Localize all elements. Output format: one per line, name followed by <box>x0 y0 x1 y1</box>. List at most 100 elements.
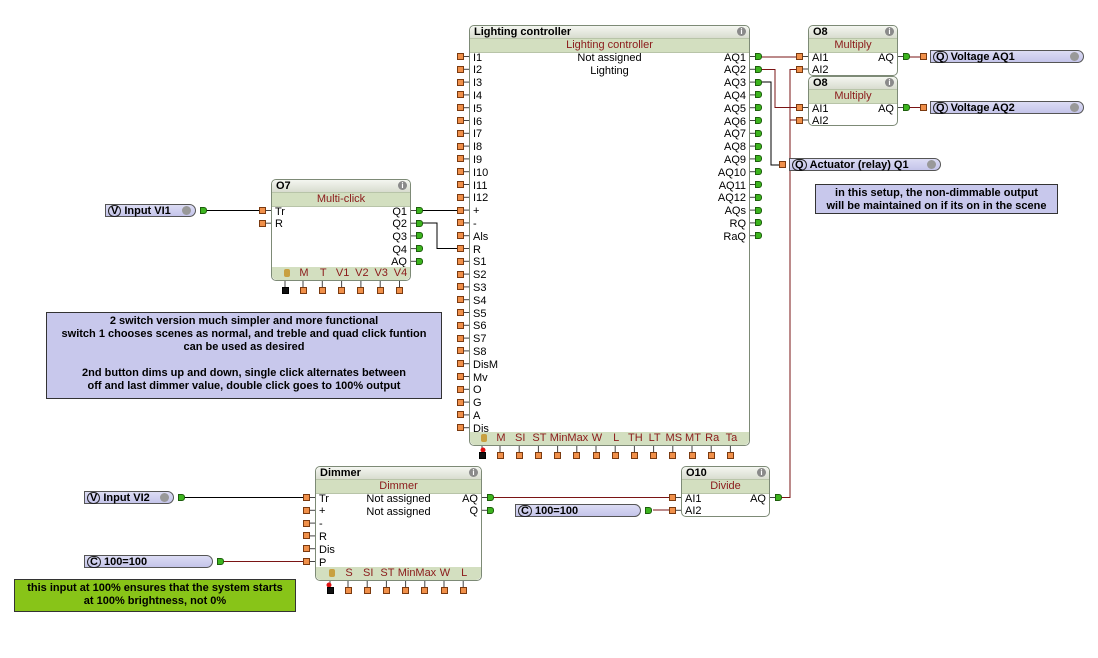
parameter-connector[interactable] <box>376 287 384 294</box>
parameter-connector[interactable] <box>611 452 619 459</box>
input-connector[interactable] <box>457 385 464 393</box>
parameter-connector[interactable] <box>669 452 677 459</box>
input-connector[interactable] <box>457 181 464 188</box>
input-connector[interactable] <box>303 545 310 553</box>
input-connector[interactable] <box>457 309 464 316</box>
input-connector[interactable] <box>669 494 676 501</box>
output-connector[interactable] <box>200 207 207 214</box>
input-connector[interactable] <box>920 104 927 111</box>
terminal-voltage-aq1[interactable]: Q Voltage AQ1 <box>930 50 1084 63</box>
input-connector[interactable] <box>457 347 464 355</box>
input-connector[interactable] <box>457 296 464 304</box>
output-connector[interactable] <box>755 53 762 60</box>
input-connector[interactable] <box>457 65 464 73</box>
output-connector[interactable] <box>217 558 224 565</box>
output-connector[interactable] <box>903 104 910 111</box>
output-connector[interactable] <box>755 142 762 150</box>
input-connector[interactable] <box>457 283 464 291</box>
output-connector[interactable] <box>755 232 762 240</box>
input-connector[interactable] <box>457 360 464 368</box>
input-connector[interactable] <box>303 558 310 565</box>
parameter-connector[interactable] <box>573 452 581 459</box>
input-connector[interactable] <box>796 104 803 111</box>
parameter-connector[interactable] <box>592 452 600 459</box>
output-connector[interactable] <box>903 53 910 60</box>
input-connector[interactable] <box>457 91 464 99</box>
input-connector[interactable] <box>796 65 803 73</box>
output-connector[interactable] <box>487 494 494 501</box>
input-connector[interactable] <box>457 104 464 112</box>
input-connector[interactable] <box>457 398 464 406</box>
block-multiply1[interactable]: O8 i Multiply AI1 AI2 AQ <box>808 25 898 76</box>
input-connector[interactable] <box>303 532 310 540</box>
info-icon[interactable] <box>182 206 191 215</box>
output-connector[interactable] <box>755 168 762 176</box>
input-connector[interactable] <box>920 53 927 60</box>
lock-connector[interactable] <box>282 287 289 294</box>
info-icon[interactable] <box>160 493 169 502</box>
input-connector[interactable] <box>457 142 464 150</box>
info-icon[interactable]: i <box>885 78 894 87</box>
output-connector[interactable] <box>755 206 762 214</box>
input-connector[interactable] <box>457 424 464 432</box>
lock-connector[interactable] <box>479 452 486 459</box>
parameter-connector[interactable] <box>554 452 562 459</box>
output-connector[interactable] <box>755 129 762 137</box>
input-connector[interactable] <box>457 334 464 342</box>
input-connector[interactable] <box>457 117 464 124</box>
input-connector[interactable] <box>796 53 803 60</box>
input-connector[interactable] <box>796 116 803 124</box>
info-icon[interactable]: i <box>469 468 478 477</box>
input-connector[interactable] <box>457 53 464 60</box>
input-connector[interactable] <box>457 232 464 240</box>
parameter-connector[interactable] <box>299 287 307 294</box>
block-dimmer[interactable]: Dimmer i Dimmer Not assigned Not assigned Tr +… <box>315 466 482 581</box>
input-connector[interactable] <box>457 206 464 214</box>
input-connector[interactable] <box>457 411 464 419</box>
parameter-connector[interactable] <box>396 287 403 294</box>
input-connector[interactable] <box>259 207 266 214</box>
output-connector[interactable] <box>416 207 423 214</box>
parameter-connector[interactable] <box>515 452 523 459</box>
block-divide[interactable]: O10 i Divide AI1 AI2 AQ <box>681 466 770 517</box>
output-connector[interactable] <box>178 494 185 501</box>
input-connector[interactable] <box>457 219 464 227</box>
output-connector[interactable] <box>487 506 494 514</box>
input-connector[interactable] <box>259 219 266 227</box>
input-connector[interactable] <box>303 494 310 501</box>
parameter-connector[interactable] <box>344 587 352 594</box>
block-multiply2[interactable]: O8 i Multiply AI1 AI2 AQ <box>808 76 898 127</box>
output-connector[interactable] <box>755 193 762 201</box>
parameter-connector[interactable] <box>688 452 696 459</box>
info-icon[interactable] <box>1070 103 1079 112</box>
output-connector[interactable] <box>755 78 762 86</box>
terminal-100-100[interactable]: C 100=100 <box>515 504 641 517</box>
input-connector[interactable] <box>457 129 464 137</box>
parameter-connector[interactable] <box>534 452 542 459</box>
output-connector[interactable] <box>416 257 423 265</box>
parameter-connector[interactable] <box>382 587 390 594</box>
input-connector[interactable] <box>303 506 310 514</box>
input-connector[interactable] <box>457 270 464 278</box>
input-connector[interactable] <box>303 519 310 527</box>
parameter-connector[interactable] <box>363 587 371 594</box>
info-icon[interactable]: i <box>757 468 766 477</box>
parameter-connector[interactable] <box>459 587 467 594</box>
parameter-connector[interactable] <box>496 452 504 459</box>
info-icon[interactable] <box>1070 52 1079 61</box>
terminal-voltage-aq2[interactable]: Q Voltage AQ2 <box>930 101 1084 114</box>
input-connector[interactable] <box>669 506 676 514</box>
parameter-connector[interactable] <box>630 452 638 459</box>
parameter-connector[interactable] <box>357 287 365 294</box>
parameter-connector[interactable] <box>402 587 410 594</box>
terminal-100-100[interactable]: C 100=100 <box>84 555 213 568</box>
input-connector[interactable] <box>457 155 464 163</box>
parameter-connector[interactable] <box>338 287 346 294</box>
output-connector[interactable] <box>416 245 423 253</box>
parameter-connector[interactable] <box>421 587 429 594</box>
output-connector[interactable] <box>645 507 652 514</box>
input-connector[interactable] <box>457 193 464 201</box>
terminal-input-vi1[interactable]: V Input VI1 <box>105 204 196 217</box>
output-connector[interactable] <box>755 117 762 124</box>
terminal-actuator-relay-q1[interactable]: Q Actuator (relay) Q1 <box>789 158 941 171</box>
